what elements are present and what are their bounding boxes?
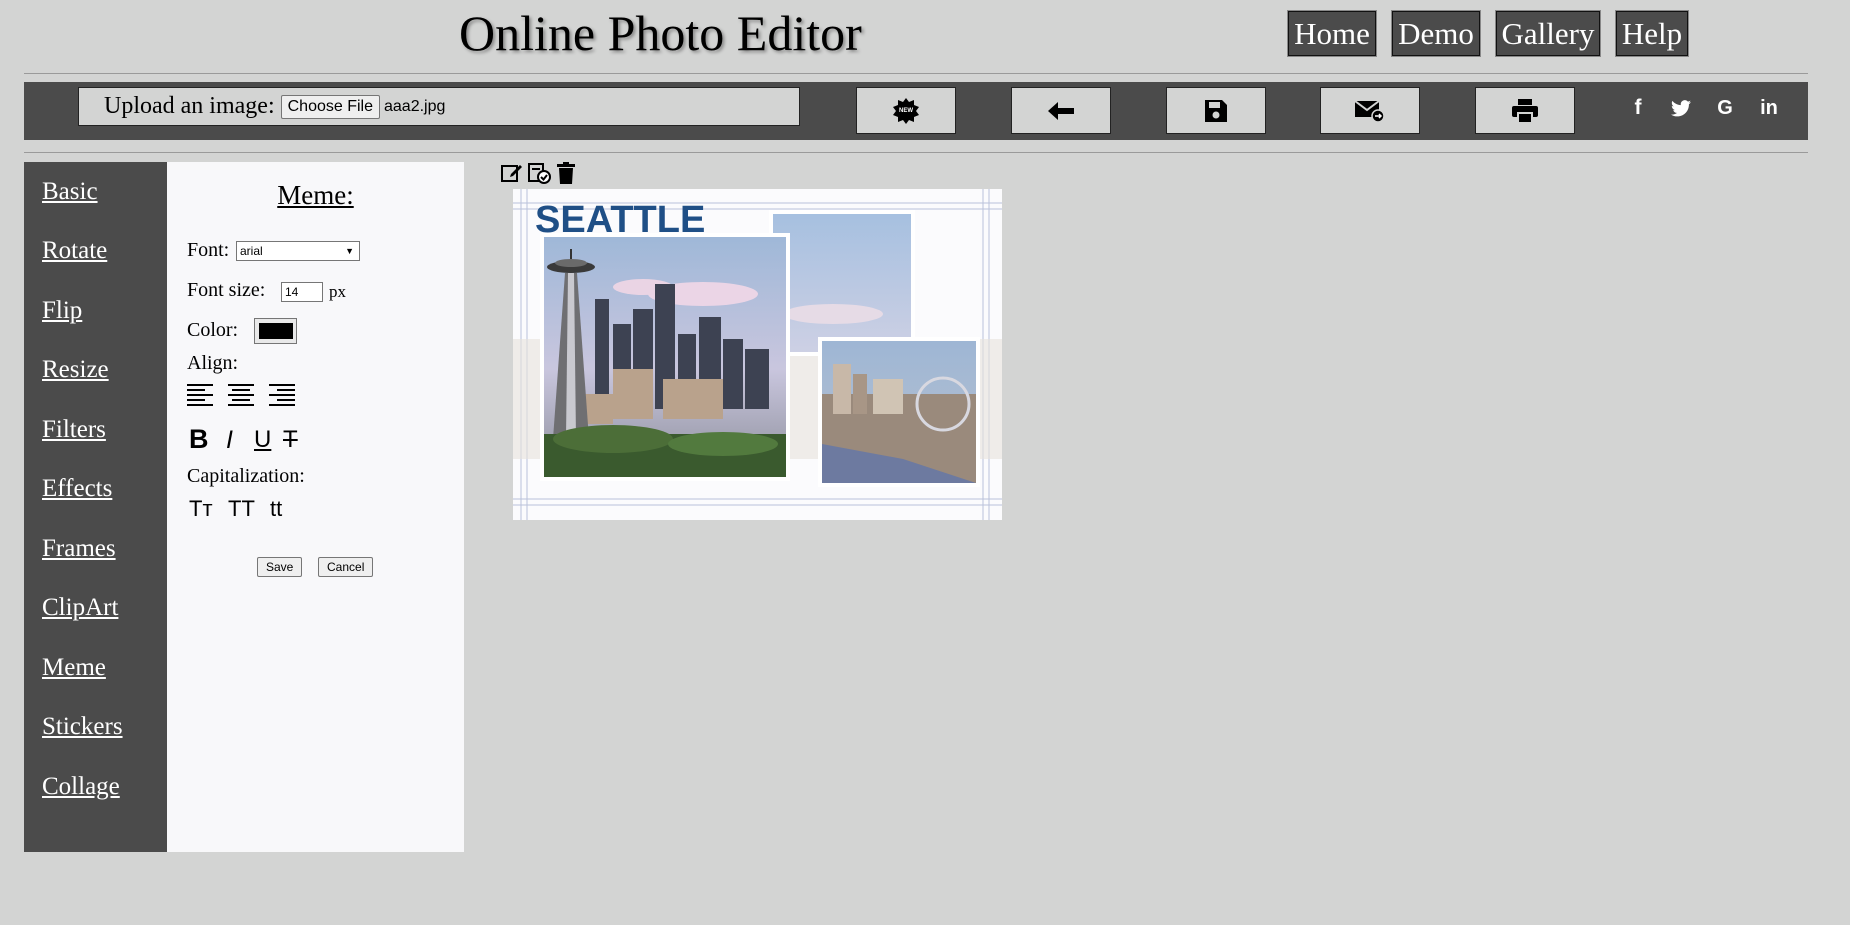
toolbar: Upload an image: Choose File aaa2.jpg NE…	[24, 82, 1808, 140]
cancel-button[interactable]: Cancel	[318, 557, 374, 577]
nav-home-button[interactable]: Home	[1287, 10, 1377, 57]
align-right-button[interactable]	[269, 384, 295, 406]
align-center-icon	[228, 384, 254, 406]
font-size-input[interactable]: 14	[281, 282, 323, 302]
strikethrough-button[interactable]: T	[283, 426, 298, 454]
nav-help-button[interactable]: Help	[1615, 10, 1689, 57]
toolbar-divider	[24, 152, 1808, 153]
linkedin-letters: in	[1760, 96, 1778, 119]
edit-icon[interactable]	[501, 162, 523, 184]
italic-button[interactable]: I	[226, 426, 233, 455]
nav-gallery-button[interactable]: Gallery	[1495, 10, 1601, 57]
new-icon: NEW	[893, 97, 919, 124]
align-label: Align:	[187, 352, 239, 374]
font-size-label: Font size:	[187, 279, 266, 301]
align-left-button[interactable]	[187, 384, 213, 406]
nav-demo-button[interactable]: Demo	[1391, 10, 1481, 57]
sidebar-item-effects[interactable]: Effects	[42, 475, 112, 503]
sidebar-item-filters[interactable]: Filters	[42, 416, 106, 444]
file-name: aaa2.jpg	[384, 97, 446, 115]
underline-button[interactable]: U	[254, 426, 271, 454]
save-image-button[interactable]	[1166, 87, 1266, 134]
new-button[interactable]: NEW	[856, 87, 956, 134]
facebook-letter: f	[1634, 96, 1642, 119]
sidebar-item-stickers[interactable]: Stickers	[42, 713, 123, 741]
canvas-image[interactable]: SEATTLE	[513, 189, 1002, 520]
bold-button[interactable]: B	[189, 424, 209, 455]
upload-label: Upload an image:	[104, 93, 275, 119]
trash-icon[interactable]	[557, 162, 575, 184]
align-left-icon	[187, 384, 213, 406]
save-button[interactable]: Save	[257, 557, 303, 577]
seattle-caption: SEATTLE	[535, 199, 706, 241]
new-badge-text: NEW	[899, 107, 913, 114]
sidebar: Basic Rotate Flip Resize Filters Effects…	[24, 162, 167, 852]
font-label: Font:	[187, 239, 230, 261]
sidebar-item-collage[interactable]: Collage	[42, 773, 120, 801]
sidebar-item-meme[interactable]: Meme	[42, 654, 106, 682]
capitalization-label: Capitalization:	[187, 465, 305, 487]
font-select[interactable]: arial ▼	[236, 241, 360, 261]
chevron-down-icon: ▼	[345, 246, 354, 256]
sidebar-item-basic[interactable]: Basic	[42, 178, 98, 206]
google-letter: G	[1717, 96, 1733, 119]
header-divider	[24, 73, 1808, 74]
choose-file-button[interactable]: Choose File	[280, 94, 380, 119]
meme-panel: Meme: Font: arial ▼ Font size: 14 px Col…	[167, 162, 464, 852]
font-select-value: arial	[240, 244, 263, 258]
canvas-tools	[501, 162, 580, 184]
sidebar-item-clipart[interactable]: ClipArt	[42, 594, 118, 622]
apply-icon[interactable]	[528, 162, 552, 184]
google-icon[interactable]: G	[1713, 96, 1737, 120]
sidebar-item-resize[interactable]: Resize	[42, 356, 109, 384]
email-button[interactable]	[1320, 87, 1420, 134]
lowercase-button[interactable]: tt	[270, 496, 282, 522]
top-nav: Home Demo Gallery Help	[1287, 10, 1704, 57]
save-disk-icon	[1205, 99, 1227, 122]
upload-box: Upload an image: Choose File aaa2.jpg	[78, 87, 800, 126]
print-button[interactable]	[1475, 87, 1575, 134]
sidebar-item-frames[interactable]: Frames	[42, 535, 116, 563]
color-swatch	[258, 323, 293, 339]
linkedin-icon[interactable]: in	[1757, 96, 1781, 120]
font-size-unit: px	[329, 282, 346, 301]
print-icon	[1512, 98, 1538, 123]
align-right-icon	[269, 384, 295, 406]
sidebar-item-flip[interactable]: Flip	[42, 297, 82, 325]
facebook-icon[interactable]: f	[1626, 96, 1650, 120]
undo-arrow-icon	[1048, 101, 1074, 120]
uppercase-button[interactable]: TT	[228, 496, 255, 522]
site-title: Online Photo Editor	[459, 5, 862, 61]
align-center-button[interactable]	[228, 384, 254, 406]
color-picker[interactable]	[254, 318, 297, 344]
undo-button[interactable]	[1011, 87, 1111, 134]
email-icon	[1355, 99, 1385, 123]
panel-title: Meme:	[277, 180, 354, 210]
title-case-button[interactable]: Tт	[189, 496, 213, 522]
twitter-icon[interactable]	[1669, 96, 1693, 120]
color-label: Color:	[187, 319, 239, 341]
sidebar-item-rotate[interactable]: Rotate	[42, 237, 107, 265]
